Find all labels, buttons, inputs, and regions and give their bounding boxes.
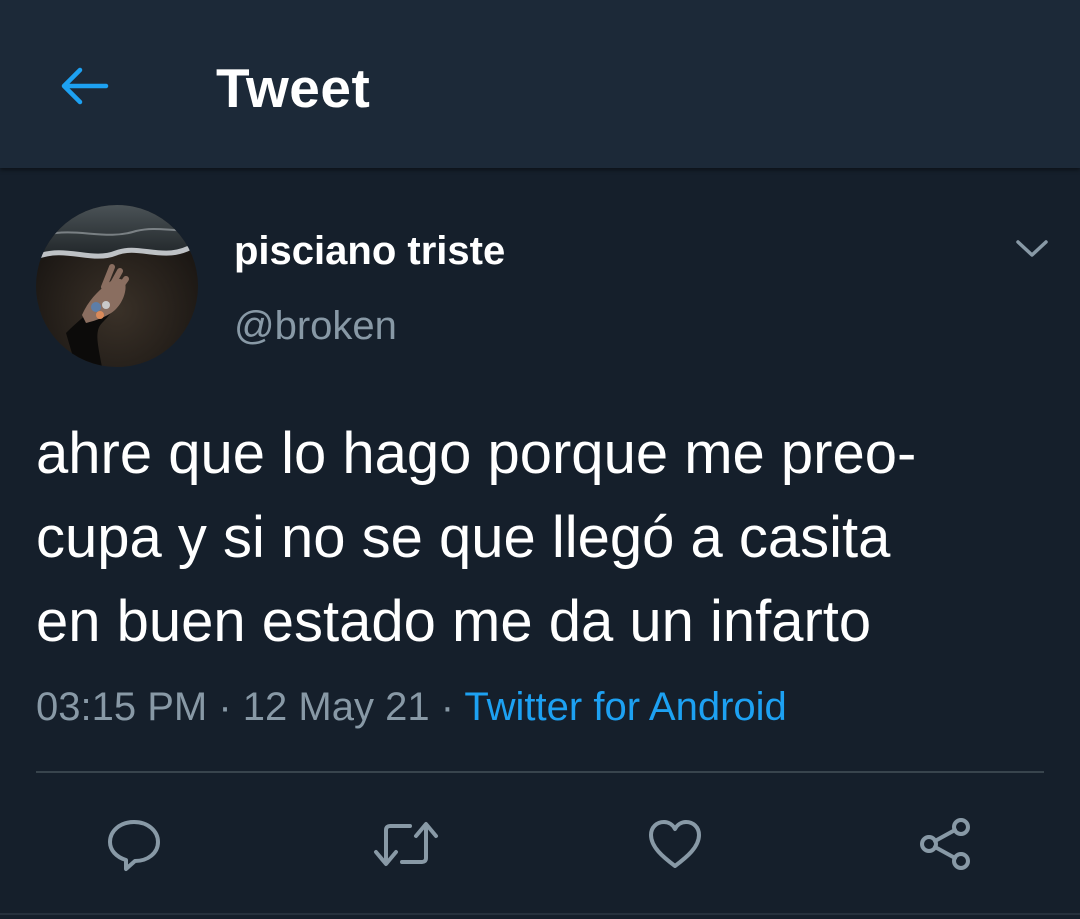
- arrow-left-icon: [61, 67, 109, 105]
- reply-button[interactable]: [98, 808, 170, 880]
- tweet-text-line: en buen estado me da un infarto: [36, 589, 872, 654]
- meta-separator: ·: [218, 685, 232, 729]
- share-button[interactable]: [909, 808, 981, 880]
- back-button[interactable]: [52, 58, 116, 114]
- divider: [36, 771, 1044, 773]
- like-button[interactable]: [639, 808, 711, 880]
- author-display-name[interactable]: pisciano triste: [234, 226, 505, 276]
- tweet-source-link[interactable]: Twitter for Android: [464, 685, 786, 729]
- tweet-text-line: cupa y si no se que llegó a casita: [36, 505, 891, 570]
- tweet-time: 03:15 PM: [36, 685, 208, 729]
- heart-icon: [649, 820, 701, 868]
- author-handle[interactable]: @broken: [234, 301, 397, 351]
- tweet-text-line: ahre que lo hago porque me preo-: [36, 421, 917, 486]
- tweet-date: 12 May 21: [242, 685, 430, 729]
- page-title: Tweet: [216, 57, 371, 119]
- bottom-divider: [0, 913, 1080, 915]
- retweet-button[interactable]: [370, 808, 442, 880]
- retweet-icon: [374, 822, 438, 866]
- app-header: Tweet: [0, 0, 1080, 168]
- tweet-text: ahre que lo hago porque me preo- cupa y …: [36, 412, 1046, 664]
- avatar[interactable]: [36, 205, 198, 367]
- tweet-options-button[interactable]: [1008, 228, 1056, 270]
- chevron-down-icon: [1016, 240, 1048, 257]
- share-icon: [920, 818, 970, 870]
- avatar-image: [36, 205, 198, 367]
- tweet-metadata: 03:15 PM · 12 May 21 · Twitter for Andro…: [36, 682, 787, 732]
- meta-separator: ·: [440, 685, 455, 729]
- reply-icon: [108, 820, 160, 871]
